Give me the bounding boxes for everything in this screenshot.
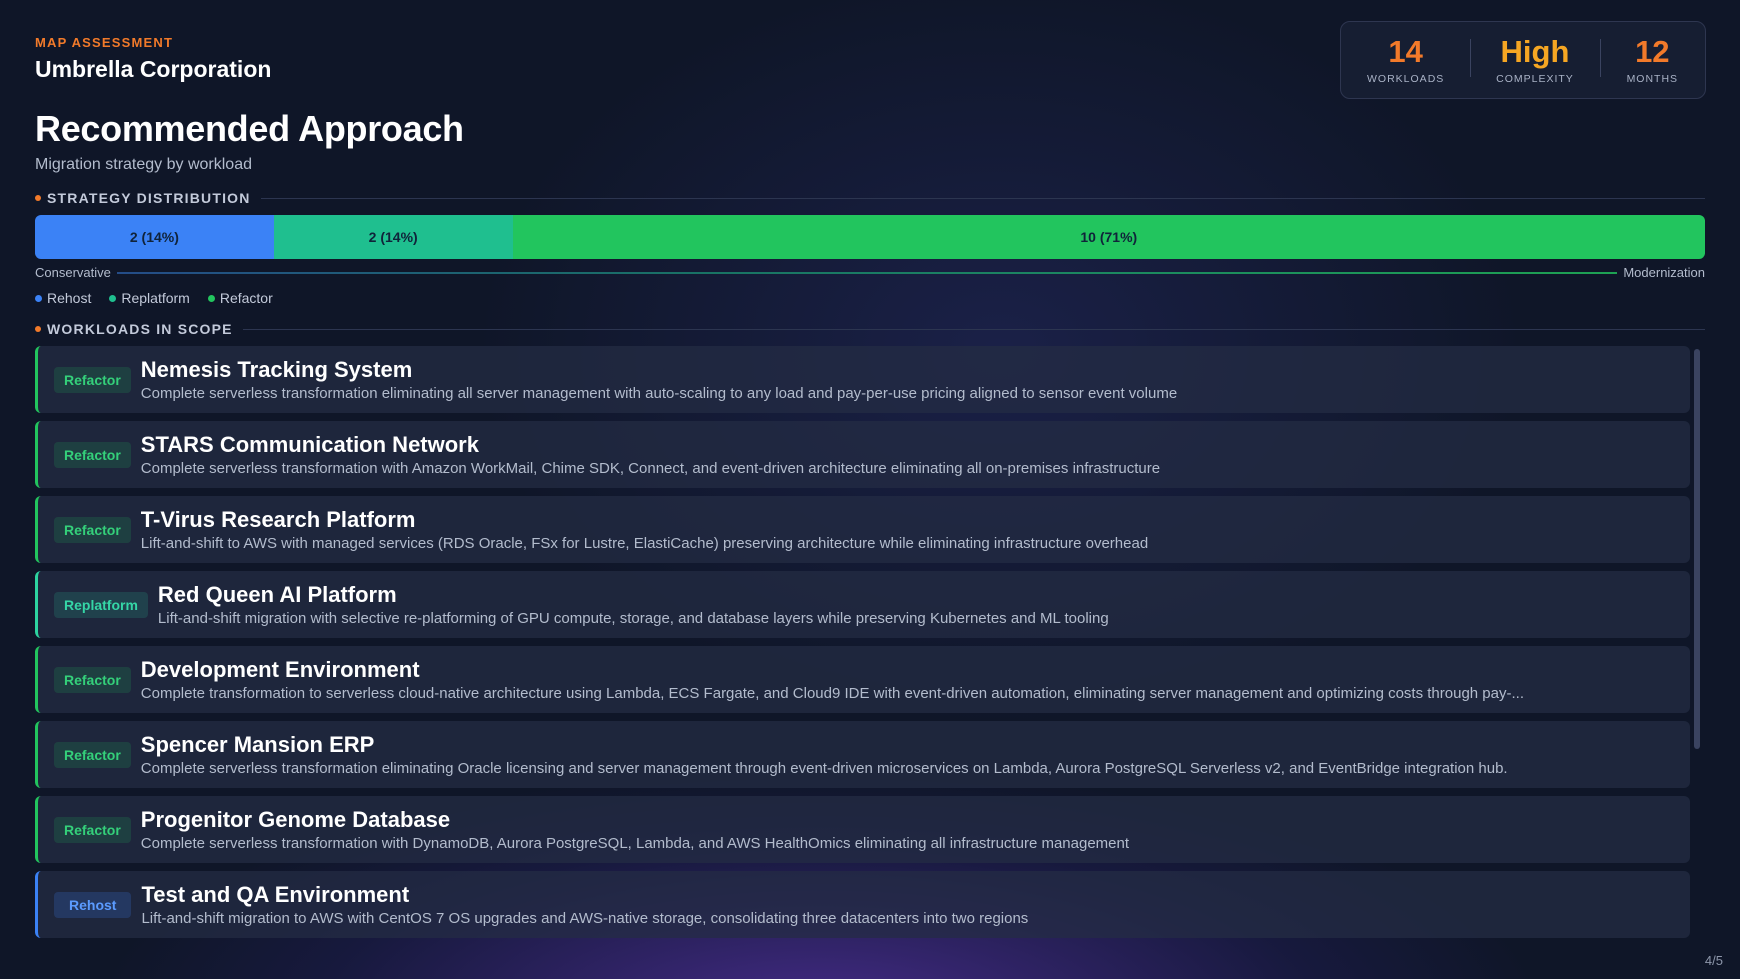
legend: Rehost Replatform Refactor xyxy=(35,290,291,306)
stat-months: 12 MONTHS xyxy=(1599,34,1705,85)
segment-replatform: 2 (14%) xyxy=(273,215,513,259)
workload-text: Red Queen AI Platform Lift-and-shift mig… xyxy=(158,582,1690,627)
workload-description: Lift-and-shift migration with selective … xyxy=(157,610,1109,627)
workloads-header: WORKLOADS IN SCOPE xyxy=(35,321,1705,337)
bullet-dot xyxy=(35,326,41,332)
workload-name: T-Virus Research Platform xyxy=(140,507,416,532)
workload-row[interactable]: Replatform Red Queen AI Platform Lift-an… xyxy=(35,571,1690,638)
workload-description: Complete serverless transformation elimi… xyxy=(140,760,1508,777)
workload-description: Complete serverless transformation with … xyxy=(140,835,1130,852)
page-indicator: 4/5 xyxy=(1704,953,1723,968)
workload-description: Complete transformation to serverless cl… xyxy=(140,685,1524,702)
legend-dot xyxy=(207,294,215,302)
stat-value: 14 xyxy=(1388,34,1423,69)
divider xyxy=(260,197,1705,199)
organization-name: Umbrella Corporation xyxy=(35,56,272,82)
stat-label: COMPLEXITY xyxy=(1496,73,1574,85)
stat-complexity: High COMPLEXITY xyxy=(1470,35,1599,85)
legend-label: Rehost xyxy=(47,290,92,306)
legend-item-refactor: Refactor xyxy=(207,290,273,306)
workload-list: Refactor Nemesis Tracking System Complet… xyxy=(35,346,1690,946)
stat-value: 12 xyxy=(1635,34,1670,69)
workload-description: Lift-and-shift migration to AWS with Cen… xyxy=(141,910,1029,927)
workload-row[interactable]: Refactor Spencer Mansion ERP Complete se… xyxy=(35,721,1690,788)
workload-text: Development Environment Complete transfo… xyxy=(141,657,1690,702)
workload-description: Complete serverless transformation with … xyxy=(140,460,1161,477)
workload-name: Red Queen AI Platform xyxy=(157,582,397,607)
strategy-badge: Refactor xyxy=(54,516,131,543)
workload-text: STARS Communication Network Complete ser… xyxy=(141,432,1690,477)
workload-row[interactable]: Refactor Development Environment Complet… xyxy=(35,646,1690,713)
legend-item-rehost: Rehost xyxy=(35,290,91,306)
axis-left-label: Conservative xyxy=(35,265,111,280)
strategy-badge: Refactor xyxy=(54,366,131,393)
workload-description: Complete serverless transformation elimi… xyxy=(140,385,1178,402)
strategy-badge: Rehost xyxy=(54,891,132,918)
segment-rehost: 2 (14%) xyxy=(35,215,274,259)
section-label: WORKLOADS IN SCOPE xyxy=(47,321,233,337)
strategy-badge: Refactor xyxy=(54,741,131,768)
axis-right-label: Modernization xyxy=(1623,265,1705,280)
workload-row[interactable]: Refactor T-Virus Research Platform Lift-… xyxy=(35,496,1690,563)
workload-text: Spencer Mansion ERP Complete serverless … xyxy=(141,732,1690,777)
stat-workloads: 14 WORKLOADS xyxy=(1341,34,1470,86)
workload-description: Lift-and-shift to AWS with managed servi… xyxy=(140,535,1149,552)
legend-dot xyxy=(109,294,117,302)
workload-text: Nemesis Tracking System Complete serverl… xyxy=(141,357,1690,402)
workload-text: T-Virus Research Platform Lift-and-shift… xyxy=(141,507,1690,552)
workload-row[interactable]: Refactor Nemesis Tracking System Complet… xyxy=(35,346,1690,413)
header: MAP ASSESSMENT Umbrella Corporation xyxy=(35,35,271,83)
strategy-badge: Refactor xyxy=(54,666,131,693)
workload-name: Nemesis Tracking System xyxy=(140,357,413,382)
workload-row[interactable]: Rehost Test and QA Environment Lift-and-… xyxy=(35,871,1690,938)
page-subtitle: Migration strategy by workload xyxy=(35,156,252,173)
spectrum-axis: Conservative Modernization xyxy=(35,265,1705,280)
strategy-badge: Refactor xyxy=(54,816,131,843)
workload-name: STARS Communication Network xyxy=(140,432,479,457)
axis-line xyxy=(116,271,1618,274)
stat-value: High xyxy=(1500,34,1570,69)
strategy-distribution-bar: 2 (14%) 2 (14%) 10 (71%) xyxy=(35,215,1705,259)
legend-label: Replatform xyxy=(121,290,190,306)
eyebrow-label: MAP ASSESSMENT xyxy=(35,35,174,50)
stat-label: WORKLOADS xyxy=(1367,73,1445,85)
workload-name: Development Environment xyxy=(140,657,420,682)
workload-name: Test and QA Environment xyxy=(141,882,410,907)
page-title: Recommended Approach xyxy=(35,108,464,149)
stat-label: MONTHS xyxy=(1626,73,1679,85)
section-label: STRATEGY DISTRIBUTION xyxy=(47,190,251,206)
strategy-badge: Refactor xyxy=(54,441,131,468)
summary-stats: 14 WORKLOADS High COMPLEXITY 12 MONTHS xyxy=(1340,21,1706,99)
strategy-distribution-header: STRATEGY DISTRIBUTION xyxy=(35,190,1705,206)
divider xyxy=(242,328,1705,330)
bullet-dot xyxy=(35,195,41,201)
workload-row[interactable]: Refactor STARS Communication Network Com… xyxy=(35,421,1690,488)
strategy-badge: Replatform xyxy=(54,591,148,618)
legend-dot xyxy=(35,294,42,302)
legend-item-replatform: Replatform xyxy=(109,290,190,306)
workload-name: Spencer Mansion ERP xyxy=(140,732,375,757)
segment-refactor: 10 (71%) xyxy=(512,215,1705,259)
workload-row[interactable]: Refactor Progenitor Genome Database Comp… xyxy=(35,796,1690,863)
workload-text: Progenitor Genome Database Complete serv… xyxy=(141,807,1690,852)
legend-label: Refactor xyxy=(219,290,273,306)
workload-name: Progenitor Genome Database xyxy=(140,807,451,832)
list-scrollbar[interactable] xyxy=(1694,349,1700,749)
workload-text: Test and QA Environment Lift-and-shift m… xyxy=(141,882,1690,927)
